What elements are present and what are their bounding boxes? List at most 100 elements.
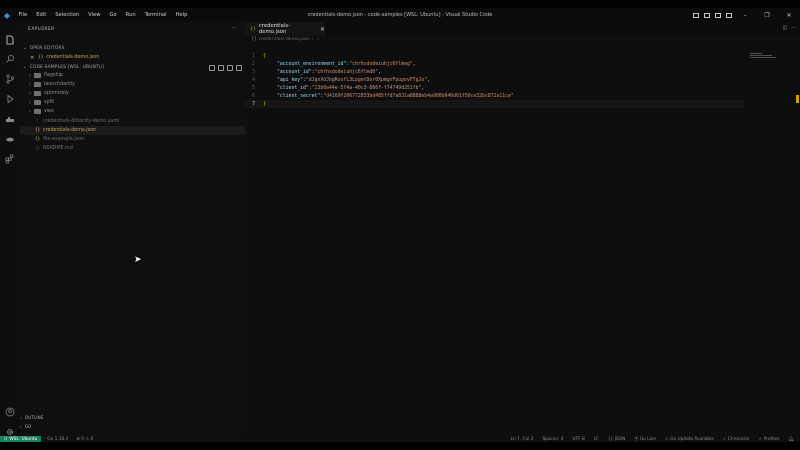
more-actions-icon[interactable]: ··· (791, 25, 796, 31)
menu-go[interactable]: Go (105, 12, 121, 18)
code-line: 2 "account_environment_id": "chrhsdodeiu… (245, 60, 800, 68)
json-key: "api_key" (277, 77, 303, 83)
remote-icon: ⟩⟨ (4, 436, 8, 442)
code-line: 1 { (245, 52, 800, 60)
remote-label: WSL: Ubuntu (9, 436, 38, 442)
explorer-icon[interactable] (0, 30, 20, 50)
json-file-icon: {} (34, 137, 41, 142)
go-update-indicator[interactable]: ⚠ Go Update Available (665, 437, 714, 442)
json-value: "dJgoXdJbgRsofL3LpgetDor0XpmgvFpupovFTgJ… (305, 77, 428, 83)
maximize-button[interactable]: ❐ (756, 12, 778, 19)
extensions-icon[interactable] (0, 149, 20, 169)
language-mode[interactable]: {} JSON (608, 437, 625, 442)
tab-bar: {} credentials-demo.json ✕ ◫ ··· (245, 22, 800, 36)
json-value: "23b0a44e-5f4a-40c3-866f-f74749d251fb" (311, 85, 422, 91)
go-label: GO (24, 425, 32, 430)
outline-section[interactable]: › OUTLINE (20, 416, 43, 421)
workspace-section[interactable]: ⌄ CODE-SAMPLES [WSL: UBUNTU] (23, 65, 104, 70)
folder-item[interactable]: › launchdarkly (20, 80, 245, 89)
search-icon[interactable] (0, 49, 20, 69)
chevron-right-icon: › (311, 37, 314, 42)
chevron-right-icon: › (20, 425, 22, 430)
close-icon[interactable]: ✕ (30, 55, 34, 61)
code-line: 6 "client_secret": "d4169f206772833bd485… (245, 92, 800, 100)
go-version[interactable]: Go 1.18.4 (47, 437, 68, 442)
breadcrumb-more[interactable]: ... (316, 37, 320, 42)
menu-terminal[interactable]: Terminal (140, 12, 171, 18)
minimap[interactable] (750, 53, 776, 58)
chevron-down-icon: ⌄ (23, 65, 27, 70)
json-file-icon: {} (251, 37, 257, 42)
account-icon[interactable] (0, 402, 20, 422)
menu-help[interactable]: Help (171, 12, 192, 18)
encoding[interactable]: UTF-8 (572, 437, 585, 442)
outline-label: OUTLINE (24, 416, 44, 421)
folder-icon (34, 109, 41, 114)
breadcrumb: {} credentials-demo.json › ... (251, 37, 320, 42)
open-editor-label: credentials-demo.json (46, 55, 100, 60)
explorer-sidebar: EXPLORER ··· ⌄ OPEN EDITORS ✕ {} credent… (20, 22, 245, 436)
prettier-indicator[interactable]: ✓ Prettier (759, 437, 780, 442)
file-label: README.md (43, 146, 73, 151)
json-file-icon: {} (37, 55, 44, 60)
folder-item[interactable]: › split (20, 98, 245, 107)
customize-layout-icon[interactable] (725, 12, 732, 18)
split-editor-icon[interactable]: ◫ (782, 25, 787, 31)
notifications-bell-icon[interactable]: 🔔︎ (789, 437, 794, 442)
close-window-button[interactable]: ✕ (778, 12, 800, 19)
toggle-secondary-sidebar-icon[interactable] (714, 12, 721, 18)
docker-icon[interactable] (0, 110, 20, 130)
open-editor-item[interactable]: ✕ {} credentials-demo.json (20, 53, 245, 62)
problems-indicator[interactable]: ⊗ 0 ⚠ 0 (76, 437, 93, 442)
folder-item[interactable]: › vwo (20, 107, 245, 116)
toggle-primary-sidebar-icon[interactable] (692, 12, 699, 18)
file-item-active[interactable]: {} credentials-demo.json (20, 126, 245, 135)
run-debug-icon[interactable] (0, 89, 20, 109)
source-control-icon[interactable] (0, 69, 20, 89)
code-line: 5 "client_id": "23b0a44e-5f4a-40c3-866f-… (245, 84, 800, 92)
line-number: 4 (252, 77, 255, 83)
tab-close-icon[interactable]: ✕ (320, 26, 325, 33)
open-editors-section[interactable]: ⌄ OPEN EDITORS (23, 46, 65, 51)
end-of-line[interactable]: LF (594, 437, 599, 442)
overview-ruler-marker (796, 95, 799, 103)
activity-bar (0, 22, 20, 436)
go-live-button[interactable]: ⦿ Go Live (634, 436, 656, 442)
chevron-right-icon: › (29, 81, 31, 88)
chronicler-indicator[interactable]: ✓ Chronicler (723, 437, 750, 442)
line-number: 7 (252, 101, 255, 107)
json-key: "client_id" (277, 85, 309, 91)
tab-credentials-demo[interactable]: {} credentials-demo.json ✕ (245, 22, 325, 36)
file-item[interactable]: ⓘ README.md (20, 144, 245, 153)
json-file-icon: {} (34, 128, 41, 133)
json-key: "account_environment_id" (277, 61, 347, 67)
brace-open: { (263, 53, 266, 59)
remote-explorer-icon[interactable] (0, 129, 20, 149)
folder-item[interactable]: › optimizely (20, 89, 245, 98)
indentation[interactable]: Spaces: 4 (542, 437, 563, 442)
menu-view[interactable]: View (84, 12, 105, 18)
minimize-button[interactable]: – (734, 12, 756, 19)
go-section[interactable]: › GO (20, 425, 31, 430)
toggle-panel-icon[interactable] (703, 12, 710, 18)
info-file-icon: ⓘ (35, 146, 40, 152)
folder-item[interactable]: › flagship (20, 71, 245, 80)
folder-label: split (44, 100, 55, 105)
line-number: 3 (252, 69, 255, 75)
menu-selection[interactable]: Selection (51, 12, 84, 18)
menu-edit[interactable]: Edit (32, 12, 51, 18)
chevron-right-icon: › (29, 108, 31, 115)
file-item[interactable]: ! credentials-dittocity-demo.yaml (20, 117, 245, 126)
menu-run[interactable]: Run (121, 12, 140, 18)
remote-indicator[interactable]: ⟩⟨ WSL: Ubuntu (0, 436, 42, 442)
explorer-more-actions-icon[interactable]: ··· (231, 25, 237, 32)
code-editor[interactable]: 1 { 2 "account_environment_id": "chrhsdo… (245, 52, 800, 108)
json-key: "client_secret" (277, 93, 321, 99)
file-item[interactable]: {} file-example.json (20, 135, 245, 144)
menu-file[interactable]: File (14, 12, 32, 18)
file-label: credentials-demo.json (43, 128, 97, 133)
cursor-position[interactable]: Ln 7, Col 2 (511, 437, 534, 442)
explorer-title: EXPLORER (28, 27, 55, 32)
breadcrumb-file[interactable]: credentials-demo.json (259, 37, 310, 42)
folder-icon (34, 73, 41, 78)
